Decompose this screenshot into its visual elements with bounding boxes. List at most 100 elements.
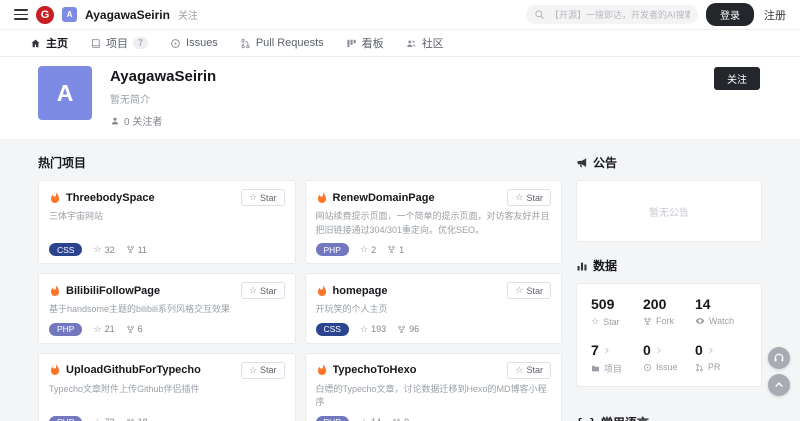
star-count: ☆193	[360, 324, 386, 335]
stat-label: PR	[708, 362, 721, 372]
search-bar[interactable]	[526, 5, 698, 24]
star-icon: ☆	[515, 365, 523, 376]
tab-home[interactable]: 主页	[30, 35, 68, 51]
project-description: 基于handsome主题的bilibili系列风格交互效果	[49, 303, 285, 317]
project-name[interactable]: homepage	[333, 285, 503, 297]
stat-label: Issue	[656, 362, 678, 372]
stat-fork[interactable]: 200 Fork	[643, 296, 695, 327]
stat-pull-requests[interactable]: 0 PR	[695, 342, 747, 375]
project-card[interactable]: homepage ☆Star 开玩笑的个人主页 CSS ☆193 96	[305, 273, 563, 344]
project-card[interactable]: UploadGithubForTypecho ☆Star Typecho文章附件…	[38, 353, 296, 421]
announcement-empty-text: 暂无公告	[649, 204, 689, 219]
fork-count-value: 18	[138, 417, 148, 421]
tab-label: 看板	[362, 35, 384, 51]
followers-text: 0 关注者	[124, 113, 162, 128]
community-icon	[406, 38, 417, 49]
chevron-right-icon	[654, 346, 663, 355]
flame-icon	[316, 285, 328, 297]
bar-chart-icon	[576, 260, 588, 272]
login-button[interactable]: 登录	[706, 3, 754, 26]
fork-count: 96	[397, 324, 419, 334]
profile-tabbar: 主页 项目 7 Issues Pull Requests 看板 社区	[0, 30, 800, 57]
search-input[interactable]	[550, 10, 690, 20]
topbar-user-avatar[interactable]: A	[62, 7, 77, 22]
project-card[interactable]: TypechoToHexo ☆Star 白嫖的Typecho文章，讨论数据迁移到…	[305, 353, 563, 421]
language-badge: PHP	[316, 416, 349, 421]
register-link[interactable]: 注册	[764, 7, 786, 23]
star-icon: ☆	[93, 417, 101, 421]
stat-value: 200	[643, 296, 666, 312]
project-description: 网站续费提示页面，一个简单的提示页面，对访客友好并且把旧链接通过304/301重…	[316, 210, 552, 237]
project-name[interactable]: RenewDomainPage	[333, 192, 503, 204]
search-icon	[534, 9, 545, 20]
stat-projects[interactable]: 7 项目	[591, 342, 643, 375]
stats-title: 数据	[576, 257, 762, 274]
stat-issues[interactable]: 0 Issue	[643, 342, 695, 375]
person-icon	[110, 116, 120, 126]
star-count-value: 193	[371, 324, 386, 334]
star-button[interactable]: ☆Star	[241, 362, 285, 379]
language-badge: PHP	[49, 323, 82, 336]
star-count-value: 32	[105, 245, 115, 255]
right-sidebar: 公告 暂无公告 数据 509 ☆Star 200 Fork 14 Watch 7	[576, 139, 762, 421]
tab-projects[interactable]: 项目 7	[90, 35, 148, 51]
stat-watch[interactable]: 14 Watch	[695, 296, 747, 327]
hamburger-menu-icon[interactable]	[14, 9, 28, 20]
stat-label: Star	[603, 317, 620, 327]
project-card[interactable]: BilibiliFollowPage ☆Star 基于handsome主题的bi…	[38, 273, 296, 344]
back-to-top-button[interactable]	[768, 374, 790, 396]
star-button[interactable]: ☆Star	[241, 282, 285, 299]
star-button[interactable]: ☆Star	[507, 282, 551, 299]
issue-icon	[170, 38, 181, 49]
star-icon: ☆	[93, 324, 101, 335]
followers-count[interactable]: 0 关注者	[110, 113, 216, 128]
support-button[interactable]	[768, 347, 790, 369]
follow-button[interactable]: 关注	[714, 67, 760, 90]
star-count: ☆72	[93, 417, 114, 421]
fork-count: 11	[126, 245, 147, 255]
fork-count-value: 6	[138, 324, 143, 334]
home-icon	[30, 38, 41, 49]
star-icon: ☆	[249, 285, 257, 296]
tab-board[interactable]: 看板	[346, 35, 384, 51]
star-button[interactable]: ☆Star	[241, 189, 285, 206]
languages-title: { } 常用语言	[576, 414, 762, 421]
stat-star[interactable]: 509 ☆Star	[591, 296, 643, 327]
star-icon: ☆	[360, 324, 368, 335]
stat-label: Fork	[656, 316, 674, 326]
left-column: 热门项目 ThreebodySpace ☆Star 三体宇宙网站 CSS ☆32…	[38, 139, 562, 421]
project-name[interactable]: UploadGithubForTypecho	[66, 364, 236, 376]
star-button[interactable]: ☆Star	[507, 189, 551, 206]
profile-header: A AyagawaSeirin 暂无简介 0 关注者 关注	[0, 57, 800, 139]
chevron-right-icon	[602, 346, 611, 355]
fork-icon	[126, 245, 135, 254]
stats-title-text: 数据	[593, 257, 617, 274]
tab-pull-requests[interactable]: Pull Requests	[240, 37, 324, 49]
star-button-label: Star	[260, 365, 277, 375]
project-name[interactable]: BilibiliFollowPage	[66, 285, 236, 297]
fork-icon	[397, 325, 406, 334]
project-name[interactable]: TypechoToHexo	[333, 364, 503, 376]
announcement-title: 公告	[576, 154, 762, 171]
star-button-label: Star	[526, 286, 543, 296]
headset-icon	[773, 352, 785, 364]
star-icon: ☆	[515, 285, 523, 296]
tab-issues[interactable]: Issues	[170, 37, 218, 49]
project-card[interactable]: RenewDomainPage ☆Star 网站续费提示页面，一个简单的提示页面…	[305, 180, 563, 264]
star-icon: ☆	[515, 192, 523, 203]
star-button[interactable]: ☆Star	[507, 362, 551, 379]
fork-count-value: 11	[138, 245, 147, 255]
fork-count-value: 96	[409, 324, 419, 334]
tab-label: Pull Requests	[256, 37, 324, 49]
star-button-label: Star	[260, 286, 277, 296]
profile-name: AyagawaSeirin	[110, 68, 216, 85]
project-description: 白嫖的Typecho文章，讨论数据迁移到Hexo的MD博客小程序	[316, 383, 552, 410]
profile-avatar[interactable]: A	[38, 66, 92, 120]
project-name[interactable]: ThreebodySpace	[66, 192, 236, 204]
topbar-follow-text[interactable]: 关注	[178, 7, 198, 22]
project-card[interactable]: ThreebodySpace ☆Star 三体宇宙网站 CSS ☆32 11	[38, 180, 296, 264]
tab-community[interactable]: 社区	[406, 35, 444, 51]
topbar-user-name[interactable]: AyagawaSeirin	[85, 8, 170, 22]
tab-label: 主页	[46, 35, 68, 51]
gitee-logo[interactable]: G	[36, 6, 54, 24]
